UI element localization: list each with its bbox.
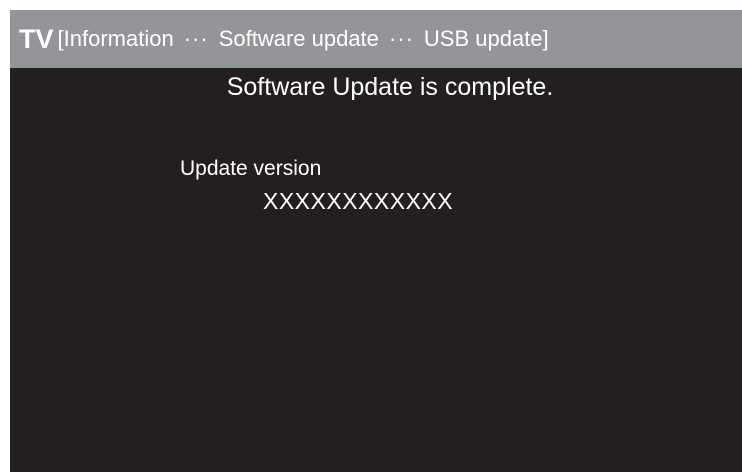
update-version-label: Update version: [180, 157, 322, 180]
header-bar: TV [ Information ··· Software update ···…: [10, 10, 742, 68]
breadcrumb-close-bracket: ]: [542, 26, 549, 51]
breadcrumb-separator: ···: [183, 26, 209, 51]
device-label: TV: [19, 23, 54, 54]
breadcrumb-item-software-update: Software update: [218, 26, 379, 51]
status-message: Software Update is complete.: [226, 73, 554, 101]
tv-screen: TV [ Information ··· Software update ···…: [10, 10, 742, 472]
breadcrumb-separator: ···: [388, 26, 414, 51]
update-version-value: XXXXXXXXXXXX: [263, 188, 454, 214]
breadcrumb-item-information: Information: [63, 26, 174, 51]
breadcrumb: [ Information ··· Software update ··· US…: [58, 26, 549, 52]
breadcrumb-item-usb-update: USB update: [423, 26, 543, 51]
